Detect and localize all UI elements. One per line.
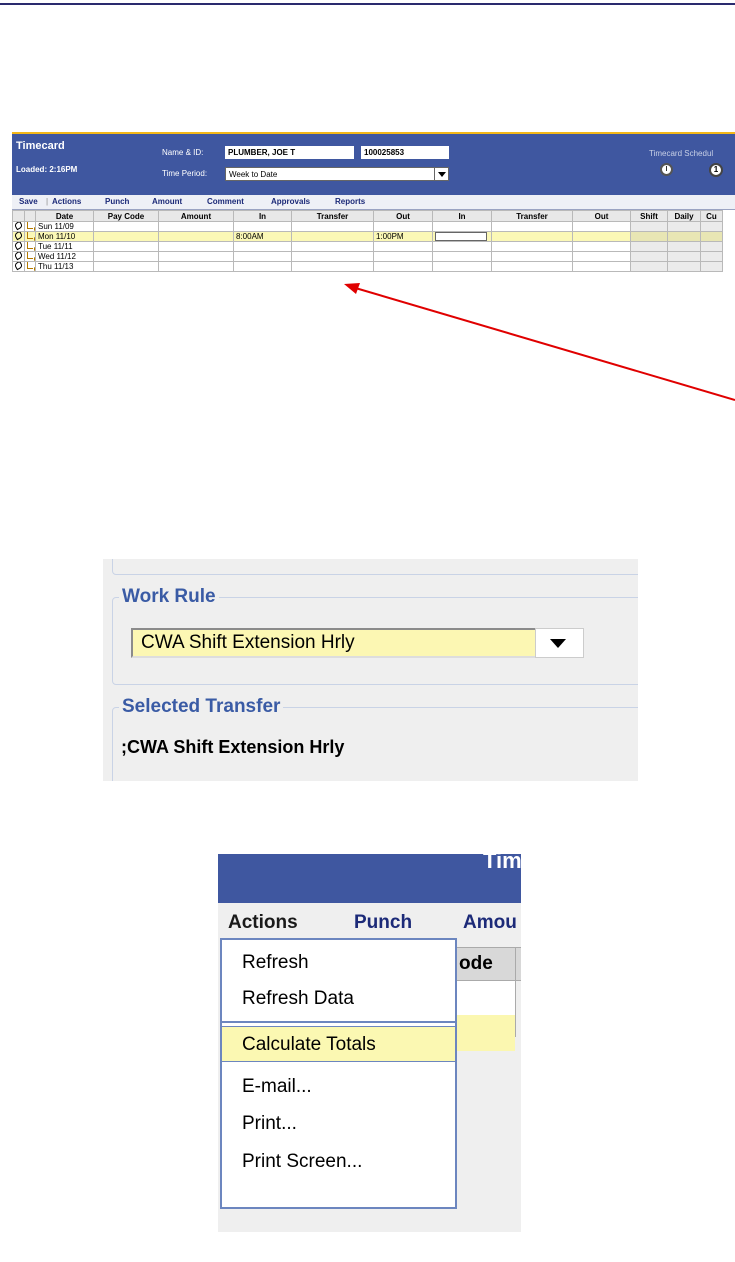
timecard-header-crop: Tim [218, 854, 521, 903]
clock-icon[interactable] [660, 163, 673, 176]
chevron-down-icon[interactable] [434, 168, 448, 180]
chevron-down-icon[interactable] [535, 628, 584, 658]
edit-icon[interactable] [13, 262, 24, 271]
top-rule [0, 3, 735, 5]
insert-row-icon[interactable] [27, 222, 35, 231]
menu-punch[interactable]: Punch [354, 912, 412, 934]
date-cell: Sun 11/09 [35, 221, 94, 232]
menu-item-print-screen[interactable]: Print Screen... [222, 1144, 455, 1180]
timecard-panel: Timecard Loaded: 2:16PM Name & ID: Time … [12, 132, 735, 314]
col-header[interactable]: ode [455, 947, 521, 981]
table-row: Thu 11/13 [12, 261, 723, 272]
date-cell: Thu 11/13 [35, 261, 94, 272]
out-cell[interactable] [373, 261, 433, 272]
work-rule-select[interactable]: CWA Shift Extension Hrly [131, 628, 583, 658]
col-header[interactable]: Transfer [291, 210, 374, 222]
menu-item-refresh-data[interactable]: Refresh Data [222, 981, 455, 1017]
timecard-header: Timecard Loaded: 2:16PM Name & ID: Time … [12, 132, 735, 195]
grid-line [515, 947, 516, 1037]
menu-item-print[interactable]: Print... [222, 1106, 455, 1142]
col-header[interactable]: Cu [700, 210, 723, 222]
menu-amount[interactable]: Amou [463, 912, 517, 934]
menu-separator [222, 1021, 455, 1023]
table-row: Wed 11/12 [12, 251, 723, 262]
grid-header-row: Date Pay Code Amount In Transfer Out In … [12, 210, 723, 222]
employee-name-field[interactable]: PLUMBER, JOE T [225, 146, 354, 159]
view-tabs-label: Timecard Schedul [649, 149, 714, 158]
menu-save[interactable]: Save [19, 197, 38, 206]
menu-item-email[interactable]: E-mail... [222, 1069, 455, 1105]
insert-row-icon[interactable] [27, 242, 35, 251]
menu-divider: | [46, 197, 49, 206]
name-id-label: Name & ID: [162, 148, 204, 157]
col-header[interactable]: Out [373, 210, 433, 222]
work-rule-panel: Work Rule CWA Shift Extension Hrly Selec… [103, 559, 638, 781]
date-cell: Tue 11/11 [35, 241, 94, 252]
table-row: Sun 11/09 [12, 221, 723, 232]
menu-item-refresh[interactable]: Refresh [222, 945, 455, 981]
menubar-crop: Actions Punch Amou [218, 903, 521, 941]
loaded-time: Loaded: 2:16PM [16, 165, 78, 174]
col-header[interactable]: Daily [667, 210, 701, 222]
in-cell[interactable] [233, 251, 292, 262]
edit-icon[interactable] [13, 252, 24, 261]
out-cell[interactable] [373, 221, 433, 232]
timecard-menubar: Save | Actions Punch Amount Comment Appr… [12, 195, 735, 210]
insert-row-icon[interactable] [27, 232, 35, 241]
table-row: Tue 11/11 [12, 241, 723, 252]
edit-icon[interactable] [13, 232, 24, 241]
date-cell: Mon 11/10 [35, 231, 94, 242]
out-cell[interactable] [373, 241, 433, 252]
col-header[interactable]: Transfer [491, 210, 573, 222]
edit-icon[interactable] [13, 242, 24, 251]
col-header[interactable]: In [432, 210, 492, 222]
in-cell[interactable] [233, 221, 292, 232]
time-period-select[interactable]: Week to Date [225, 167, 449, 181]
menu-actions[interactable]: Actions [52, 197, 81, 206]
insert-row-icon[interactable] [27, 262, 35, 271]
menu-punch[interactable]: Punch [105, 197, 129, 206]
selected-transfer-value: ;CWA Shift Extension Hrly [121, 737, 345, 757]
actions-dropdown: Refresh Refresh Data Calculate Totals E-… [220, 938, 457, 1209]
work-rule-label: Work Rule [119, 586, 219, 608]
employee-id-field[interactable]: 100025853 [361, 146, 449, 159]
col-header[interactable]: Out [572, 210, 631, 222]
timecard-grid: Date Pay Code Amount In Transfer Out In … [12, 210, 723, 272]
date-cell: Wed 11/12 [35, 251, 94, 262]
in-cell[interactable] [233, 261, 292, 272]
col-header[interactable]: Shift [630, 210, 668, 222]
col-header[interactable]: Date [35, 210, 94, 222]
menu-comment[interactable]: Comment [207, 197, 244, 206]
out-cell[interactable]: 1:00PM [373, 231, 433, 242]
menu-actions[interactable]: Actions [228, 912, 298, 934]
header-title-fragment: Tim [483, 854, 521, 873]
grid-cell[interactable] [455, 981, 515, 1016]
menu-approvals[interactable]: Approvals [271, 197, 310, 206]
insert-row-icon[interactable] [27, 252, 35, 261]
in-cell[interactable] [233, 241, 292, 252]
grid-cell-selected[interactable] [455, 1015, 515, 1051]
out-cell[interactable] [373, 251, 433, 262]
selected-transfer-label: Selected Transfer [119, 696, 284, 718]
time-period-value: Week to Date [229, 170, 278, 179]
schedule-icon[interactable]: 1 [709, 163, 723, 177]
actions-menu-panel: Tim Actions Punch Amou ode Refresh Refre… [218, 854, 521, 1232]
menu-item-calculate-totals[interactable]: Calculate Totals [222, 1026, 455, 1062]
table-row-selected: Mon 11/10 8:00AM 1:00PM [12, 231, 723, 242]
in-edit-field[interactable] [435, 232, 487, 241]
menu-amount[interactable]: Amount [152, 197, 182, 206]
group-box [112, 559, 638, 575]
time-period-label: Time Period: [162, 169, 208, 178]
col-header[interactable]: In [233, 210, 292, 222]
edit-icon[interactable] [13, 222, 24, 231]
menu-reports[interactable]: Reports [335, 197, 365, 206]
in-cell[interactable]: 8:00AM [233, 231, 292, 242]
timecard-title: Timecard [16, 140, 65, 152]
col-header[interactable]: Amount [158, 210, 234, 222]
col-header[interactable]: Pay Code [93, 210, 159, 222]
